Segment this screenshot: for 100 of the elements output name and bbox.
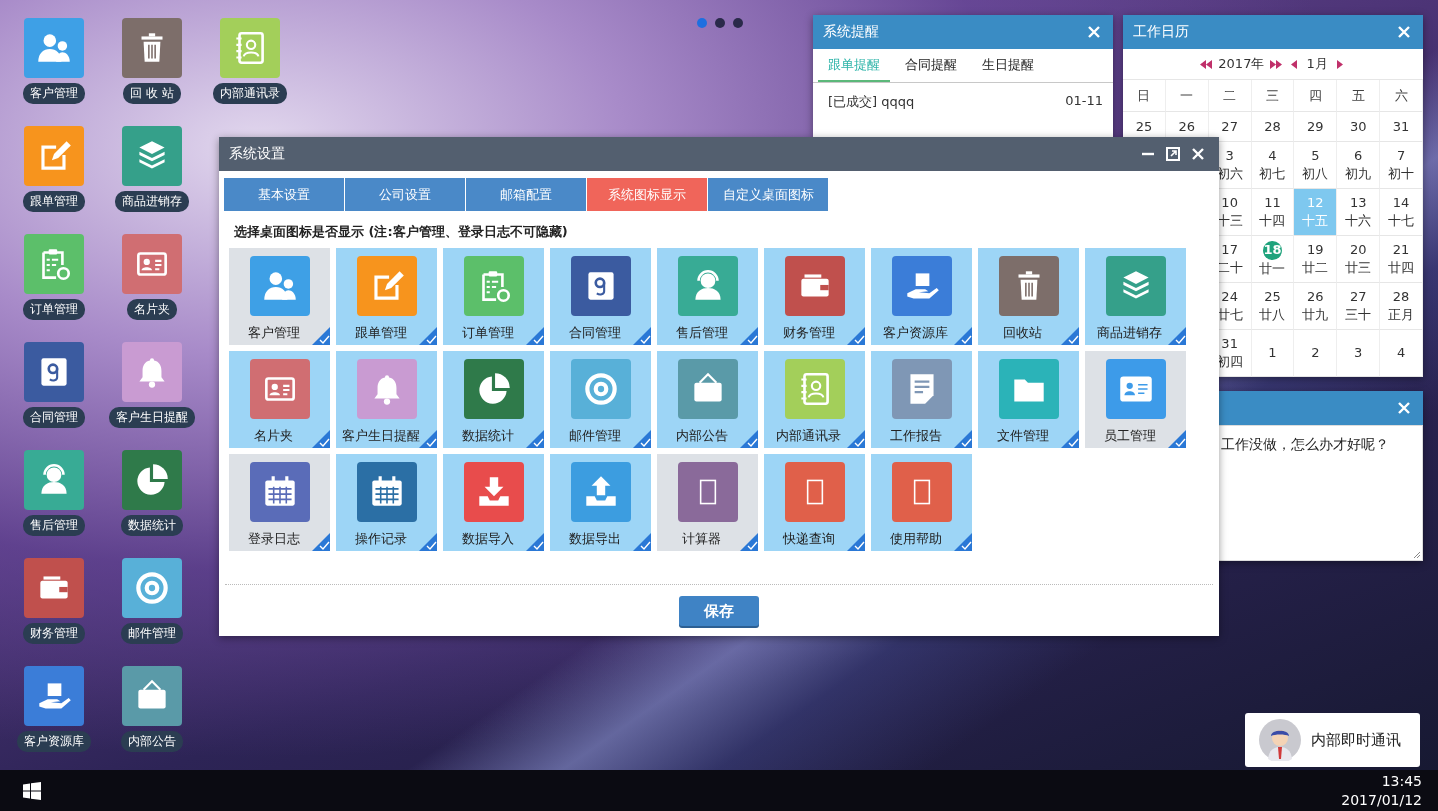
icon-toggle-tile[interactable]: 回收站 xyxy=(978,248,1079,345)
icon-toggle-tile[interactable]: 员工管理 xyxy=(1085,351,1186,448)
shortcut-label[interactable]: 售后管理 xyxy=(23,515,85,536)
pencil-square-icon[interactable] xyxy=(24,126,84,186)
page-dot[interactable] xyxy=(697,18,707,28)
calendar-day[interactable]: 29 xyxy=(1294,112,1338,142)
shortcut-label[interactable]: 回 收 站 xyxy=(123,83,181,104)
calendar-day[interactable]: 20 廿三 xyxy=(1337,236,1381,283)
icon-toggle-tile[interactable]: 数据导出 xyxy=(550,454,651,551)
shortcut-label[interactable]: 商品进销存 xyxy=(115,191,189,212)
shortcut-label[interactable]: 内部通讯录 xyxy=(213,83,287,104)
calendar-day[interactable]: 28 正月 xyxy=(1380,283,1423,330)
maximize-icon[interactable] xyxy=(1166,147,1180,161)
icon-toggle-tile[interactable]: 客户生日提醒 xyxy=(336,351,437,448)
reminder-tab[interactable]: 合同提醒 xyxy=(895,49,967,82)
prev-year-icon[interactable] xyxy=(1200,59,1213,69)
calendar-day[interactable]: 21 廿四 xyxy=(1380,236,1423,283)
icon-toggle-tile[interactable]: 跟单管理 xyxy=(336,248,437,345)
icon-toggle-tile[interactable]: 数据统计 xyxy=(443,351,544,448)
icon-toggle-tile[interactable]: 内部公告 xyxy=(657,351,758,448)
icon-toggle-tile[interactable]: 财务管理 xyxy=(764,248,865,345)
shortcut-label[interactable]: 客户管理 xyxy=(23,83,85,104)
calendar-day[interactable]: 14 十七 xyxy=(1380,189,1423,236)
weekday-label: 日 xyxy=(1123,80,1166,112)
stacked-box-icon[interactable] xyxy=(122,126,182,186)
shortcut-label[interactable]: 数据统计 xyxy=(121,515,183,536)
clock-time[interactable]: 13:45 xyxy=(1381,771,1422,791)
page-dot[interactable] xyxy=(715,18,725,28)
clock-date[interactable]: 2017/01/12 xyxy=(1341,790,1422,810)
page-dot[interactable] xyxy=(733,18,743,28)
trash-icon[interactable] xyxy=(122,18,182,78)
reminder-date: 01-11 xyxy=(1065,93,1103,110)
shortcut-label[interactable]: 跟单管理 xyxy=(23,191,85,212)
wallet-icon[interactable] xyxy=(24,558,84,618)
calendar-day[interactable]: 3 xyxy=(1337,330,1381,377)
bell-icon[interactable] xyxy=(122,342,182,402)
shortcut-label[interactable]: 合同管理 xyxy=(23,407,85,428)
calendar-day[interactable]: 30 xyxy=(1337,112,1381,142)
icon-toggle-tile[interactable]: 快递查询 xyxy=(764,454,865,551)
close-icon[interactable] xyxy=(1397,401,1411,415)
settings-tab[interactable]: 公司设置 xyxy=(345,178,465,211)
shortcut-label[interactable]: 名片夹 xyxy=(127,299,177,320)
icon-toggle-tile[interactable]: 工作报告 xyxy=(871,351,972,448)
headset-person-icon[interactable] xyxy=(24,450,84,510)
settings-tab[interactable]: 基本设置 xyxy=(224,178,344,211)
calendar-day[interactable]: 7 初十 xyxy=(1380,142,1423,189)
calendar-day[interactable]: 28 xyxy=(1251,112,1295,142)
icon-toggle-tile[interactable]: 文件管理 xyxy=(978,351,1079,448)
next-year-icon[interactable] xyxy=(1270,59,1283,69)
reminder-text[interactable]: [已成交] qqqq xyxy=(828,93,915,111)
four-panes-icon[interactable] xyxy=(23,781,41,800)
pie-chart-icon[interactable] xyxy=(122,450,182,510)
save-button[interactable]: 保存 xyxy=(679,596,759,626)
calendar-day[interactable]: 19 廿二 xyxy=(1294,236,1338,283)
icon-toggle-tile[interactable]: 订单管理 xyxy=(443,248,544,345)
icon-toggle-tile[interactable]: 售后管理 xyxy=(657,248,758,345)
icon-toggle-tile[interactable]: 客户管理 xyxy=(229,248,330,345)
signboard-icon[interactable] xyxy=(122,666,182,726)
icon-toggle-tile[interactable]: 数据导入 xyxy=(443,454,544,551)
reminder-tab[interactable]: 生日提醒 xyxy=(972,49,1044,82)
icon-toggle-tile[interactable]: 名片夹 xyxy=(229,351,330,448)
calendar-day[interactable]: 27 三十 xyxy=(1337,283,1381,330)
icon-toggle-tile[interactable]: 使用帮助 xyxy=(871,454,972,551)
shortcut-label[interactable]: 财务管理 xyxy=(23,623,85,644)
calendar-day[interactable]: 2 xyxy=(1294,330,1338,377)
shortcut-label[interactable]: 客户生日提醒 xyxy=(109,407,195,428)
settings-tab[interactable]: 邮箱配置 xyxy=(466,178,586,211)
icon-toggle-tile[interactable]: 登录日志 xyxy=(229,454,330,551)
chat-button[interactable]: 内部即时通讯 xyxy=(1245,713,1420,767)
clipboard-gear-icon[interactable] xyxy=(24,234,84,294)
hand-box-icon[interactable] xyxy=(24,666,84,726)
icon-toggle-tile[interactable]: 内部通讯录 xyxy=(764,351,865,448)
calendar-day[interactable]: 1 xyxy=(1251,330,1295,377)
icon-toggle-tile[interactable]: 计算器 xyxy=(657,454,758,551)
calendar-day[interactable]: 18 廿一 xyxy=(1251,236,1295,283)
people-icon[interactable] xyxy=(24,18,84,78)
close-icon[interactable] xyxy=(1191,147,1205,161)
id-card-icon[interactable] xyxy=(122,234,182,294)
icon-toggle-tile[interactable]: 邮件管理 xyxy=(550,351,651,448)
icon-toggle-tile[interactable]: 操作记录 xyxy=(336,454,437,551)
calendar-day[interactable]: 26 廿九 xyxy=(1294,283,1338,330)
shortcut-label[interactable]: 内部公告 xyxy=(121,731,183,752)
calendar-day[interactable]: 6 初九 xyxy=(1337,142,1381,189)
window-title: 系统提醒 xyxy=(823,23,879,41)
close-icon[interactable] xyxy=(1087,25,1101,39)
icon-toggle-tile[interactable]: 合同管理 xyxy=(550,248,651,345)
shortcut-label[interactable]: 客户资源库 xyxy=(17,731,91,752)
icon-toggle-tile[interactable]: 客户资源库 xyxy=(871,248,972,345)
shortcut-label[interactable]: 邮件管理 xyxy=(121,623,183,644)
calendar-day[interactable]: 4 xyxy=(1380,330,1423,377)
settings-tab[interactable]: 自定义桌面图标 xyxy=(708,178,828,211)
shortcut-label[interactable]: 订单管理 xyxy=(23,299,85,320)
calendar-day[interactable]: 4 初七 xyxy=(1251,142,1295,189)
close-icon[interactable] xyxy=(1397,25,1411,39)
icon-toggle-tile[interactable]: 商品进销存 xyxy=(1085,248,1186,345)
resize-grip-icon[interactable] xyxy=(1413,551,1421,559)
calendar-day[interactable]: 13 十六 xyxy=(1337,189,1381,236)
document-icon[interactable] xyxy=(24,342,84,402)
calendar-day[interactable]: 25 廿八 xyxy=(1251,283,1295,330)
calendar-day[interactable]: 31 xyxy=(1380,112,1423,142)
